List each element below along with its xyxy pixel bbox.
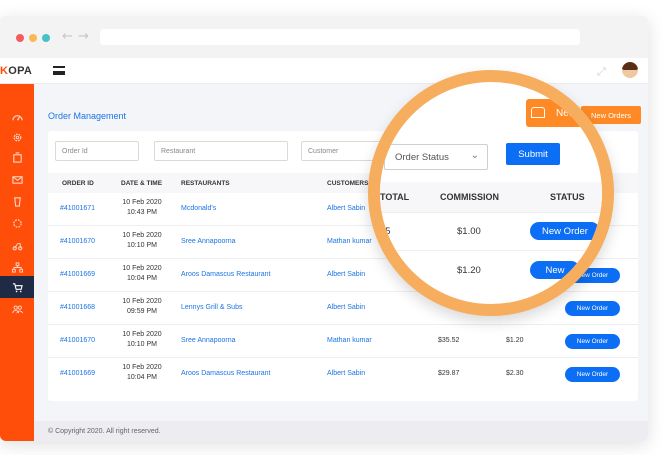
building-icon (12, 151, 22, 163)
order-id-cell[interactable]: #41001670 (60, 337, 95, 344)
header-commission: COMMISSION (440, 192, 500, 202)
sidebar-item-food[interactable] (0, 190, 34, 212)
customer-cell[interactable]: Albert Sabin (327, 271, 365, 278)
total-cell: $35.52 (438, 337, 460, 344)
header-date-time: DATE & TIME (121, 180, 163, 187)
date-time-cell: 10 Feb 2020 09:59 PM (122, 298, 162, 315)
magnifier-lens: New Order Status ⌄ Submit TOTAL COMMISSI… (368, 70, 614, 316)
dashboard-icon (11, 114, 23, 121)
header-total: TOTAL (380, 192, 410, 202)
restaurant-cell[interactable]: Sree Annapoorna (181, 337, 236, 344)
header-order-id: ORDER ID (62, 180, 94, 187)
magnified-commission-cell: $1.00 (457, 226, 481, 237)
menu-icon[interactable] (53, 66, 65, 75)
customer-cell[interactable]: Albert Sabin (327, 205, 365, 212)
order-id-cell[interactable]: #41001668 (60, 304, 95, 311)
scooter-icon (12, 242, 22, 250)
restaurant-cell[interactable]: Lennys Grill & Subs (181, 304, 242, 311)
users-icon (11, 305, 23, 313)
sidebar-item-preferences[interactable] (0, 212, 34, 234)
network-icon (11, 261, 23, 273)
order-id-cell[interactable]: #41001670 (60, 238, 95, 245)
magnified-status-button[interactable]: New (530, 261, 580, 279)
restaurant-input[interactable]: Restaurant (154, 141, 288, 161)
magnified-status-button[interactable]: New Order (530, 222, 600, 240)
food-basket-icon (531, 107, 545, 118)
magnified-total-cell: 35 (380, 226, 391, 237)
sidebar-item-delivery[interactable] (0, 234, 34, 256)
customer-cell[interactable]: Albert Sabin (327, 370, 365, 377)
sidebar-item-settings[interactable] (0, 126, 34, 148)
order-id-cell[interactable]: #41001669 (60, 271, 95, 278)
header-customers: CUSTOMERS (327, 180, 369, 187)
customer-cell[interactable]: Mathan kumar (327, 238, 372, 245)
header-restaurants: RESTAURANTS (181, 180, 230, 187)
row-divider (380, 250, 602, 251)
sidebar-item-users[interactable] (0, 298, 34, 320)
date-time-cell: 10 Feb 2020 10:43 PM (122, 199, 162, 216)
date-time-cell: 10 Feb 2020 10:04 PM (122, 364, 162, 381)
table-row[interactable]: #41001669 10 Feb 2020 10:04 PM Aroos Dama… (48, 358, 638, 391)
forward-arrow-icon[interactable]: → (78, 29, 89, 44)
minimize-window-dot[interactable] (29, 34, 37, 42)
customer-input[interactable]: Customer (301, 141, 381, 161)
order-id-cell[interactable]: #41001669 (60, 370, 95, 377)
sidebar-item-dashboard[interactable] (0, 106, 34, 128)
header-status: STATUS (550, 192, 585, 202)
status-button[interactable]: New Order (565, 367, 620, 382)
chevron-down-icon: ⌄ (470, 150, 479, 161)
date-time-cell: 10 Feb 2020 10:10 PM (122, 331, 162, 348)
order-status-placeholder: Order Status (395, 152, 449, 163)
submit-button[interactable]: Submit (506, 143, 560, 165)
sidebar-item-restaurants[interactable] (0, 146, 34, 168)
magnified-commission-cell: $1.20 (457, 265, 481, 276)
sidebar-item-orders[interactable] (0, 276, 34, 298)
sidebar-item-network[interactable] (0, 256, 34, 278)
sidebar-item-messages[interactable] (0, 168, 34, 190)
restaurant-cell[interactable]: Sree Annapoorna (181, 238, 236, 245)
user-avatar[interactable] (622, 62, 638, 78)
commission-cell: $1.20 (506, 337, 524, 344)
browser-chrome: ← → (0, 16, 648, 58)
restaurant-cell[interactable]: Mcdonald's (181, 205, 216, 212)
customer-cell[interactable]: Mathan kumar (327, 337, 372, 344)
commission-cell: $2.30 (506, 370, 524, 377)
page-title: Order Management (48, 111, 127, 121)
screenshot-stage: ← → KOPA ⤢ Order Management New Orders O… (0, 0, 664, 455)
restaurant-cell[interactable]: Aroos Damascus Restaurant (181, 271, 270, 278)
date-time-cell: 10 Feb 2020 10:04 PM (122, 265, 162, 282)
order-id-cell[interactable]: #41001671 (60, 205, 95, 212)
gear-icon (13, 133, 21, 141)
order-id-input[interactable]: Order Id (55, 141, 139, 161)
fullscreen-icon[interactable]: ⤢ (597, 65, 606, 79)
sidebar (0, 84, 34, 441)
magnified-region: New Order Status ⌄ Submit TOTAL COMMISSI… (380, 82, 602, 304)
magnified-new-label: New (556, 107, 577, 119)
address-bar[interactable] (100, 29, 580, 45)
app-logo: KOPA (0, 65, 33, 77)
table-row[interactable]: #41001670 10 Feb 2020 10:10 PM Sree Annap… (48, 325, 638, 358)
envelope-icon (11, 175, 23, 184)
cart-icon (12, 282, 23, 292)
restaurant-cell[interactable]: Aroos Damascus Restaurant (181, 370, 270, 377)
row-divider (380, 212, 602, 213)
status-button[interactable]: New Order (565, 334, 620, 349)
cup-icon (13, 196, 21, 207)
order-status-select[interactable]: Order Status ⌄ (384, 144, 488, 170)
app-topbar: KOPA ⤢ (0, 58, 648, 84)
cog-icon (12, 218, 22, 228)
total-cell: $29.87 (438, 370, 460, 377)
customer-cell[interactable]: Albert Sabin (327, 304, 365, 311)
date-time-cell: 10 Feb 2020 10:10 PM (122, 232, 162, 249)
footer: © Copyright 2020. All right reserved. (34, 421, 648, 441)
back-arrow-icon[interactable]: ← (62, 29, 73, 44)
copyright-text: © Copyright 2020. All right reserved. (48, 428, 161, 435)
maximize-window-dot[interactable] (42, 34, 50, 42)
close-window-dot[interactable] (16, 34, 24, 42)
magnified-new-order-button[interactable]: New (526, 99, 586, 127)
